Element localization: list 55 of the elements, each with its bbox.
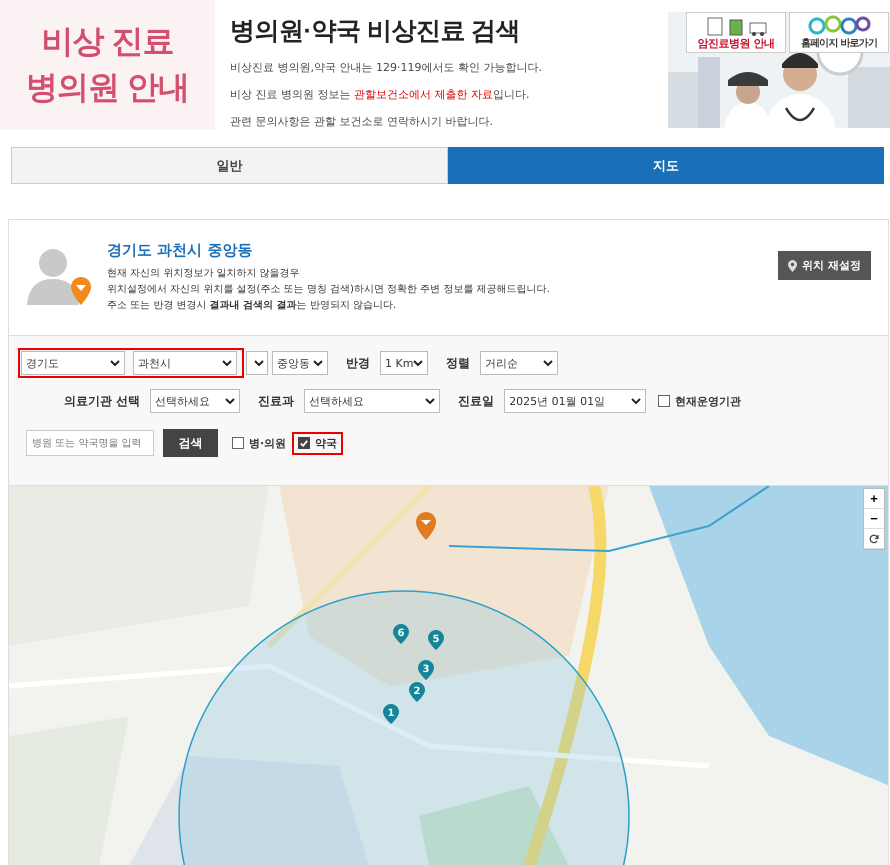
info-text: 현재 자신의 위치정보가 일치하지 않을경우 xyxy=(107,267,301,280)
page-title: 병의원·약국 비상진료 검색 xyxy=(230,16,522,47)
current-location-pin-icon xyxy=(416,512,436,540)
dropdown[interactable]: 거리순 xyxy=(480,351,558,375)
dropdown[interactable]: 경기도 xyxy=(21,351,125,375)
checkbox[interactable] xyxy=(298,437,310,449)
refresh-icon xyxy=(869,534,879,544)
info-text: 위치설정에서 자신의 위치를 설정(주소 또는 명칭 검색)하시면 정확한 주변 정보를 제공해드립니다. xyxy=(107,283,551,296)
dropdown[interactable]: 2025년 01월 01일 xyxy=(504,389,646,413)
caret-icon xyxy=(225,398,236,404)
map-marker[interactable]: 1 xyxy=(383,704,399,724)
checkbox-label: 약국 xyxy=(315,436,338,450)
filter-label: 의료기관 선택 xyxy=(64,392,140,410)
filter-label: 진료과 xyxy=(258,392,294,410)
checkbox[interactable] xyxy=(232,437,244,449)
dropdown[interactable]: 1 Km xyxy=(380,351,428,375)
filter-label: 정렬 xyxy=(446,354,470,372)
info-text: 주소 또는 반경 변경시 결과내 검색의 결과는 반영되지 않습니다. xyxy=(107,299,398,312)
caret-icon xyxy=(425,398,436,404)
search-field[interactable]: 병원 또는 약국명을 입력 xyxy=(26,430,154,456)
notice-text: 비상 진료 병의원 정보는 관할보건소에서 제출한 자료입니다. xyxy=(230,87,530,103)
map-marker[interactable]: 5 xyxy=(428,630,444,650)
caret-icon xyxy=(313,360,323,366)
checkbox-label: 병·의원 xyxy=(249,436,286,450)
dropdown[interactable]: 선택하세요 xyxy=(304,389,440,413)
location-title: 경기도 과천시 중앙동 xyxy=(107,241,254,260)
filter-label: 반경 xyxy=(346,354,370,372)
dropdown[interactable]: 중앙동 xyxy=(272,351,328,375)
dropdown[interactable]: 과천시 xyxy=(133,351,237,375)
caret-icon xyxy=(631,398,642,404)
map-marker[interactable]: 2 xyxy=(409,682,425,702)
caret-icon xyxy=(110,360,120,366)
banner-heading: 비상 진료 xyxy=(42,22,174,61)
notice-text: 비상진료 병의원,약국 안내는 129·119에서도 확인 가능합니다. xyxy=(230,60,543,76)
filter-label: 진료일 xyxy=(458,392,494,410)
caret-icon xyxy=(413,360,424,366)
map-marker[interactable]: 6 xyxy=(393,624,409,644)
banner-link[interactable]: 암진료병원 안내 xyxy=(686,12,786,53)
dropdown[interactable] xyxy=(246,351,268,375)
caret-icon xyxy=(254,360,264,366)
tab[interactable]: 일반 xyxy=(11,147,448,184)
caret-icon xyxy=(543,360,553,366)
caret-icon xyxy=(222,360,232,366)
search-button[interactable]: 검색 xyxy=(163,429,218,457)
dropdown[interactable]: 선택하세요 xyxy=(150,389,240,413)
banner-link[interactable]: 홈페이지 바로가기 xyxy=(789,12,889,53)
map-marker[interactable]: 3 xyxy=(418,660,434,680)
notice-text: 관련 문의사항은 관할 보건소로 연락하시기 바랍니다. xyxy=(230,114,494,130)
reset-location-button[interactable]: 위치 재설정 xyxy=(778,251,871,280)
checkbox[interactable] xyxy=(658,395,670,407)
banner-heading: 병의원 안내 xyxy=(26,68,189,107)
pin-icon xyxy=(788,260,798,272)
rings-logo-icon xyxy=(807,14,871,36)
checkbox-label: 현재운영기관 xyxy=(675,394,742,408)
tab[interactable]: 지도 xyxy=(448,147,884,184)
